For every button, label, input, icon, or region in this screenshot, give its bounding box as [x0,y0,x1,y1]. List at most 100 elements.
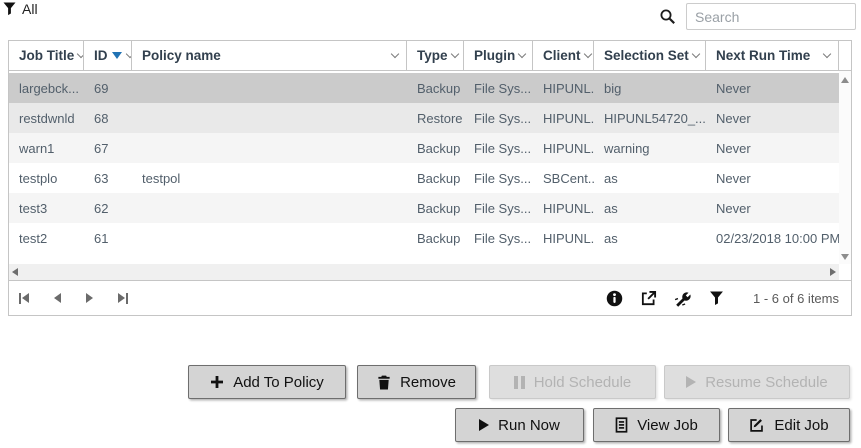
funnel-icon[interactable] [3,2,16,16]
cell-type: Backup [407,231,464,246]
hold-schedule-button: Hold Schedule [489,365,656,399]
cell-plugin: File Sys... [464,81,533,96]
table-row[interactable]: restdwnld 68 Restore File Sys... HIPUNL.… [9,103,839,133]
column-header-policy-name[interactable]: Policy name [132,41,407,70]
cell-next-run-time: Never [706,111,839,126]
column-label: Next Run Time [716,48,810,63]
column-header-type[interactable]: Type [407,41,464,70]
button-label: Edit Job [774,417,828,434]
chevron-down-icon[interactable] [518,50,526,58]
cell-client: HIPUNL... [533,141,594,156]
cell-job-title: warn1 [9,141,84,156]
search-input[interactable] [686,3,856,30]
cell-selection-set: big [594,81,706,96]
chevron-down-icon[interactable] [77,50,84,58]
cell-policy-name: testpol [132,171,407,186]
pager-first-button[interactable] [19,293,29,304]
cell-next-run-time: Never [706,141,839,156]
pager-range-label: 1 - 6 of 6 items [753,291,839,306]
pager-prev-button[interactable] [54,293,61,303]
filter-chip-label: All [22,1,38,17]
scroll-left-icon[interactable] [12,268,18,276]
cell-client: SBCent... [533,171,594,186]
cell-next-run-time: Never [706,81,839,96]
column-header-selection-set[interactable]: Selection Set [594,41,706,70]
jobs-grid: Job Title ID Policy name Type Plugin Cli… [8,40,852,316]
column-label: ID [94,48,108,63]
table-row[interactable]: test2 61 Backup File Sys... HIPUNL... as… [9,223,839,253]
cell-selection-set: HIPUNL54720_... [594,111,706,126]
horizontal-scrollbar[interactable] [9,264,839,280]
edit-icon [749,417,765,433]
pager-last-button[interactable] [118,293,128,304]
column-label: Selection Set [604,48,689,63]
scroll-right-icon[interactable] [830,268,836,276]
search-icon [659,8,676,25]
wrench-icon[interactable] [674,289,692,307]
scroll-up-icon[interactable] [841,77,849,83]
sort-descending-icon [112,52,122,59]
chevron-down-icon[interactable] [692,50,700,58]
remove-button[interactable]: Remove [357,365,476,399]
chevron-down-icon[interactable] [125,50,132,58]
cell-selection-set: as [594,171,706,186]
page: All Job Title ID Policy name Type [0,0,861,448]
column-header-id[interactable]: ID [84,41,132,70]
cell-type: Backup [407,81,464,96]
cell-job-title: testplo [9,171,84,186]
column-label: Job Title [19,48,74,63]
document-icon [615,417,628,433]
column-label: Client [543,48,581,63]
cell-job-title: test2 [9,231,84,246]
vertical-scrollbar[interactable] [839,71,851,264]
cell-type: Backup [407,171,464,186]
cell-job-title: largebck... [9,81,84,96]
chevron-down-icon[interactable] [823,50,831,58]
cell-job-title: restdwnld [9,111,84,126]
cell-client: HIPUNL... [533,111,594,126]
pager-next-button[interactable] [86,293,93,303]
resume-schedule-button: Resume Schedule [664,365,850,399]
trash-icon [377,375,391,390]
button-label: Resume Schedule [705,374,828,391]
add-to-policy-button[interactable]: Add To Policy [188,365,346,399]
export-icon[interactable] [640,290,657,307]
cell-plugin: File Sys... [464,141,533,156]
table-row-selected[interactable]: largebck... 69 Backup File Sys... HIPUNL… [9,73,839,103]
run-now-button[interactable]: Run Now [455,408,584,442]
cell-type: Backup [407,141,464,156]
chevron-down-icon[interactable] [391,50,399,58]
chevron-down-icon[interactable] [450,50,458,58]
grid-pager: 1 - 6 of 6 items [9,280,851,315]
column-header-plugin[interactable]: Plugin [464,41,533,70]
filter-chip[interactable]: All [3,1,38,17]
button-label: View Job [637,417,698,434]
grid-body: largebck... 69 Backup File Sys... HIPUNL… [9,71,839,264]
table-row[interactable]: warn1 67 Backup File Sys... HIPUNL... wa… [9,133,839,163]
play-icon [479,419,489,431]
column-header-next-run-time[interactable]: Next Run Time [706,41,839,70]
table-row[interactable]: test3 62 Backup File Sys... HIPUNL... as… [9,193,839,223]
filter-icon[interactable] [709,291,724,306]
cell-id: 61 [84,231,132,246]
view-job-button[interactable]: View Job [593,408,720,442]
column-header-client[interactable]: Client [533,41,594,70]
edit-job-button[interactable]: Edit Job [728,408,850,442]
chevron-down-icon[interactable] [583,50,591,58]
info-icon[interactable] [606,290,623,307]
button-label: Hold Schedule [534,374,632,391]
column-label: Plugin [474,48,515,63]
column-label: Policy name [142,48,221,63]
scroll-down-icon[interactable] [841,254,849,260]
cell-plugin: File Sys... [464,201,533,216]
cell-type: Backup [407,201,464,216]
column-header-job-title[interactable]: Job Title [9,41,84,70]
cell-id: 63 [84,171,132,186]
cell-selection-set: as [594,231,706,246]
search-area [659,3,856,30]
table-row[interactable]: testplo 63 testpol Backup File Sys... SB… [9,163,839,193]
cell-next-run-time: 02/23/2018 10:00 PM [706,231,839,246]
button-label: Run Now [498,417,560,434]
pause-icon [514,376,525,389]
grid-header-row: Job Title ID Policy name Type Plugin Cli… [9,41,851,71]
